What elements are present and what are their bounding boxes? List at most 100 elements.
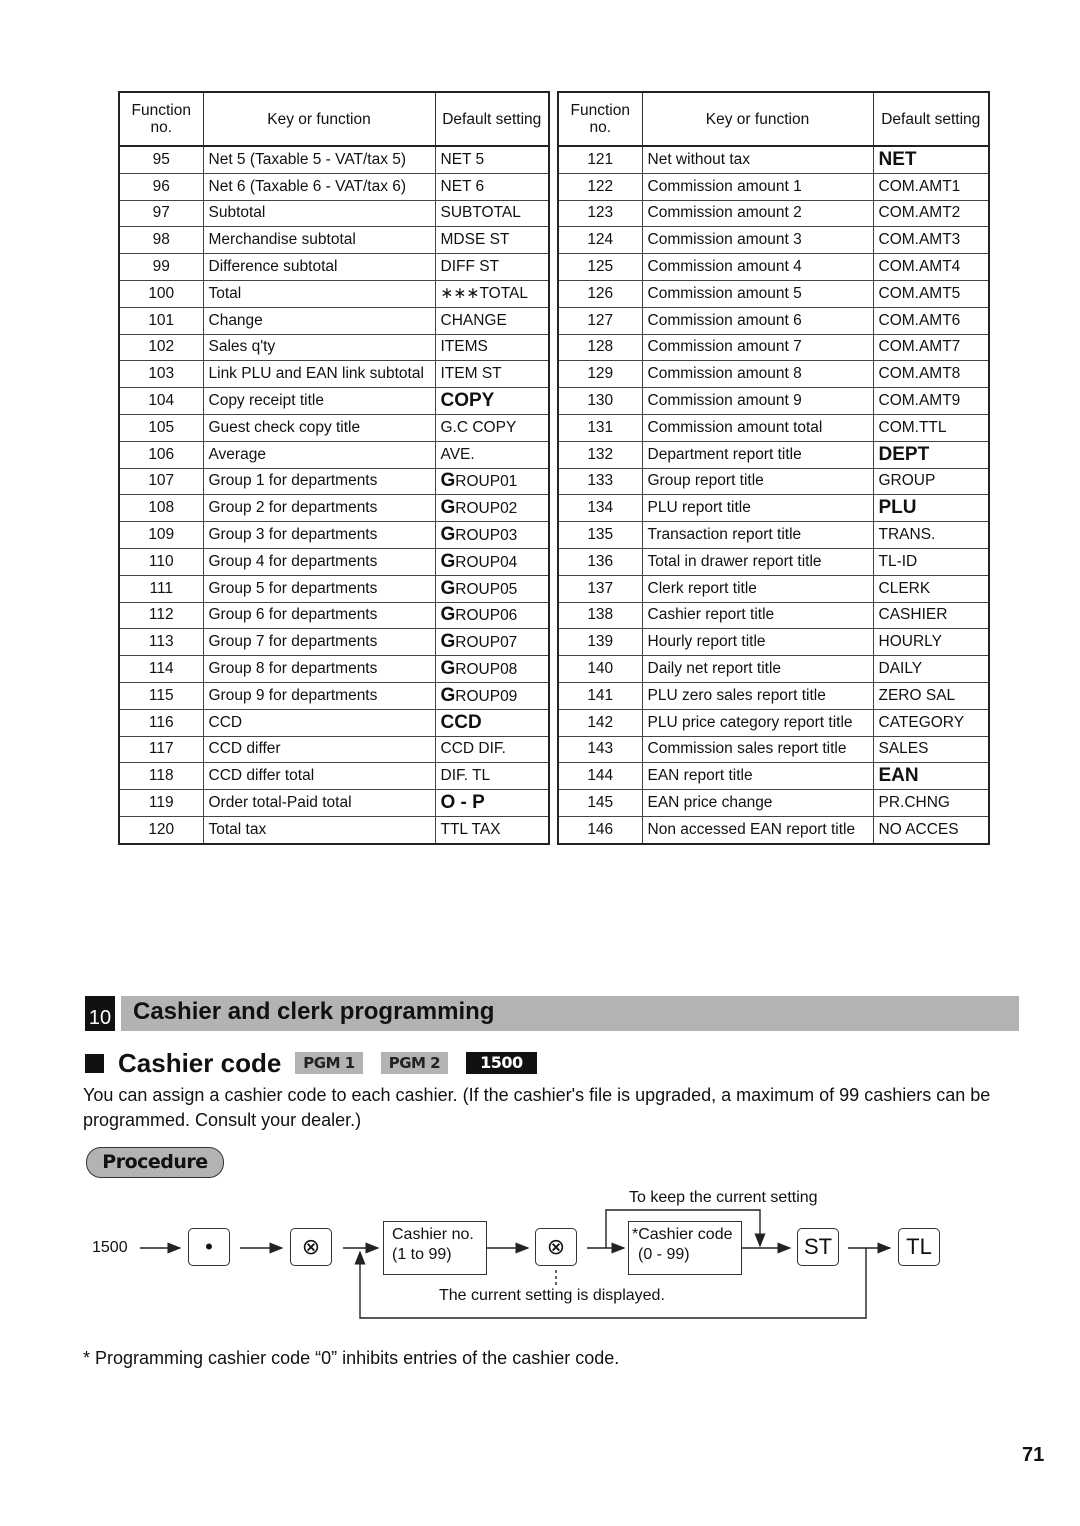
default-setting: COM.TTL <box>872 413 990 442</box>
decimal-point-key[interactable]: • <box>188 1228 230 1266</box>
function-number: 97 <box>118 199 204 228</box>
default-setting: GROUP08 <box>434 655 550 683</box>
function-number: 110 <box>118 547 204 576</box>
subsection-heading: Cashier code PGM 1 PGM 2 1500 <box>85 1045 555 1081</box>
default-setting: NET 6 <box>434 172 550 201</box>
key-or-function: EAN price change <box>641 789 874 817</box>
key-or-function: CCD <box>202 708 436 737</box>
default-setting: GROUP09 <box>434 681 550 710</box>
tl-key-label: TL <box>906 1234 932 1259</box>
section-number: 10 <box>85 996 115 1031</box>
table-row: 98 Merchandise subtotal MDSE ST <box>118 226 550 255</box>
st-key[interactable]: ST <box>797 1228 839 1266</box>
table-row: 142 PLU price category report title CATEGO… <box>557 708 990 737</box>
cashier-no-range: (1 to 99) <box>392 1246 452 1263</box>
default-setting: COM.AMT8 <box>872 360 990 389</box>
table-row: 105 Guest check copy title G.C COPY <box>118 413 550 442</box>
default-setting: GROUP01 <box>434 467 550 496</box>
key-or-function: CCD differ total <box>202 762 436 791</box>
table-row: 137 Clerk report title CLERK <box>557 574 990 603</box>
key-or-function: Group 2 for departments <box>202 494 436 523</box>
default-setting: COPY <box>434 387 550 415</box>
default-setting: PR.CHNG <box>872 789 990 817</box>
section-heading: 10 Cashier and clerk programming <box>85 996 1019 1031</box>
table-row: 127 Commission amount 6 COM.AMT6 <box>557 306 990 335</box>
key-or-function: Hourly report title <box>641 628 874 657</box>
table-row: 143 Commission sales report title SALES <box>557 735 990 764</box>
default-setting: GROUP07 <box>434 628 550 657</box>
function-number: 104 <box>118 387 204 415</box>
key-or-function: Total in drawer report title <box>641 547 874 576</box>
keep-current-setting-note: To keep the current setting <box>629 1189 818 1206</box>
default-setting-initial: G <box>440 577 456 599</box>
key-or-function: Average <box>202 440 436 469</box>
table-row: 106 Average AVE. <box>118 440 550 469</box>
table-row: 123 Commission amount 2 COM.AMT2 <box>557 199 990 228</box>
table-row: 114 Group 8 for departments GROUP08 <box>118 655 550 683</box>
table-row: 100 Total ∗∗∗TOTAL <box>118 279 550 308</box>
header-key-or-function: Key or function <box>641 91 874 147</box>
multiply-key-2[interactable]: ⊗ <box>535 1228 577 1266</box>
table-row: 134 PLU report title PLU <box>557 494 990 523</box>
key-or-function: Commission amount 7 <box>641 333 874 362</box>
table-row: 138 Cashier report title CASHIER <box>557 601 990 630</box>
table-row: 108 Group 2 for departments GROUP02 <box>118 494 550 523</box>
table-row: 121 Net without tax NET <box>557 145 990 174</box>
default-setting: NO ACCES <box>872 815 990 845</box>
procedure-diagram: 1500 • ⊗ Cashier no. (1 to 99) ⊗ *Cashie… <box>0 1180 1080 1330</box>
footnote: * Programming cashier code “0” inhibits … <box>83 1348 620 1368</box>
function-number: 145 <box>557 789 643 817</box>
key-or-function: Non accessed EAN report title <box>641 815 874 845</box>
key-or-function: Change <box>202 306 436 335</box>
function-number: 128 <box>557 333 643 362</box>
table-row: 129 Commission amount 8 COM.AMT8 <box>557 360 990 389</box>
default-setting: CHANGE <box>434 306 550 335</box>
function-number: 132 <box>557 440 643 469</box>
function-number: 124 <box>557 226 643 255</box>
key-or-function: Group 8 for departments <box>202 655 436 683</box>
table-header-row: Function no. Key or function Default set… <box>557 91 990 147</box>
tl-key[interactable]: TL <box>898 1228 940 1266</box>
default-setting-rest: ROUP03 <box>455 527 518 545</box>
key-or-function: Sales q'ty <box>202 333 436 362</box>
table-row: 136 Total in drawer report title TL-ID <box>557 547 990 576</box>
table-row: 99 Difference subtotal DIFF ST <box>118 253 550 281</box>
table-row: 141 PLU zero sales report title ZERO SAL <box>557 681 990 710</box>
default-setting: MDSE ST <box>434 226 550 255</box>
circled-x-icon: ⊗ <box>546 1234 566 1259</box>
default-setting: TL-ID <box>872 547 990 576</box>
table-row: 119 Order total-Paid total O - P <box>118 789 550 817</box>
mode-badge-pgm2: PGM 2 <box>380 1052 449 1074</box>
default-setting-rest: ROUP04 <box>455 553 518 571</box>
default-setting: CASHIER <box>872 601 990 630</box>
key-or-function: Group 1 for departments <box>202 467 436 496</box>
cashier-code-label: *Cashier code <box>632 1226 733 1243</box>
key-or-function: Commission amount 6 <box>641 306 874 335</box>
default-setting: GROUP02 <box>434 494 550 523</box>
default-setting: G.C COPY <box>434 413 550 442</box>
key-or-function: Net without tax <box>641 145 874 174</box>
default-setting: CLERK <box>872 574 990 603</box>
key-or-function: PLU zero sales report title <box>641 681 874 710</box>
key-or-function: Commission amount 5 <box>641 279 874 308</box>
key-or-function: Commission amount 8 <box>641 360 874 389</box>
default-setting: O - P <box>434 789 550 817</box>
default-setting: DIF. TL <box>434 762 550 791</box>
default-setting-initial: G <box>440 470 456 492</box>
key-or-function: PLU report title <box>641 494 874 523</box>
table-row: 133 Group report title GROUP <box>557 467 990 496</box>
table-row: 103 Link PLU and EAN link subtotal ITEM ST <box>118 360 550 389</box>
function-number: 117 <box>118 735 204 764</box>
function-table-right: Function no. Key or function Default set… <box>557 91 990 845</box>
default-setting-initial: G <box>440 550 456 572</box>
multiply-key[interactable]: ⊗ <box>290 1228 332 1266</box>
default-setting: COM.AMT1 <box>872 172 990 201</box>
key-or-function: Commission sales report title <box>641 735 874 764</box>
default-setting-rest: ROUP02 <box>455 500 518 518</box>
square-bullet-icon <box>85 1053 104 1073</box>
function-number: 134 <box>557 494 643 523</box>
table-row: 120 Total tax TTL TAX <box>118 815 550 845</box>
dot-icon: • <box>205 1234 213 1259</box>
function-number: 123 <box>557 199 643 228</box>
table-header-row: Function no. Key or function Default set… <box>118 91 550 147</box>
